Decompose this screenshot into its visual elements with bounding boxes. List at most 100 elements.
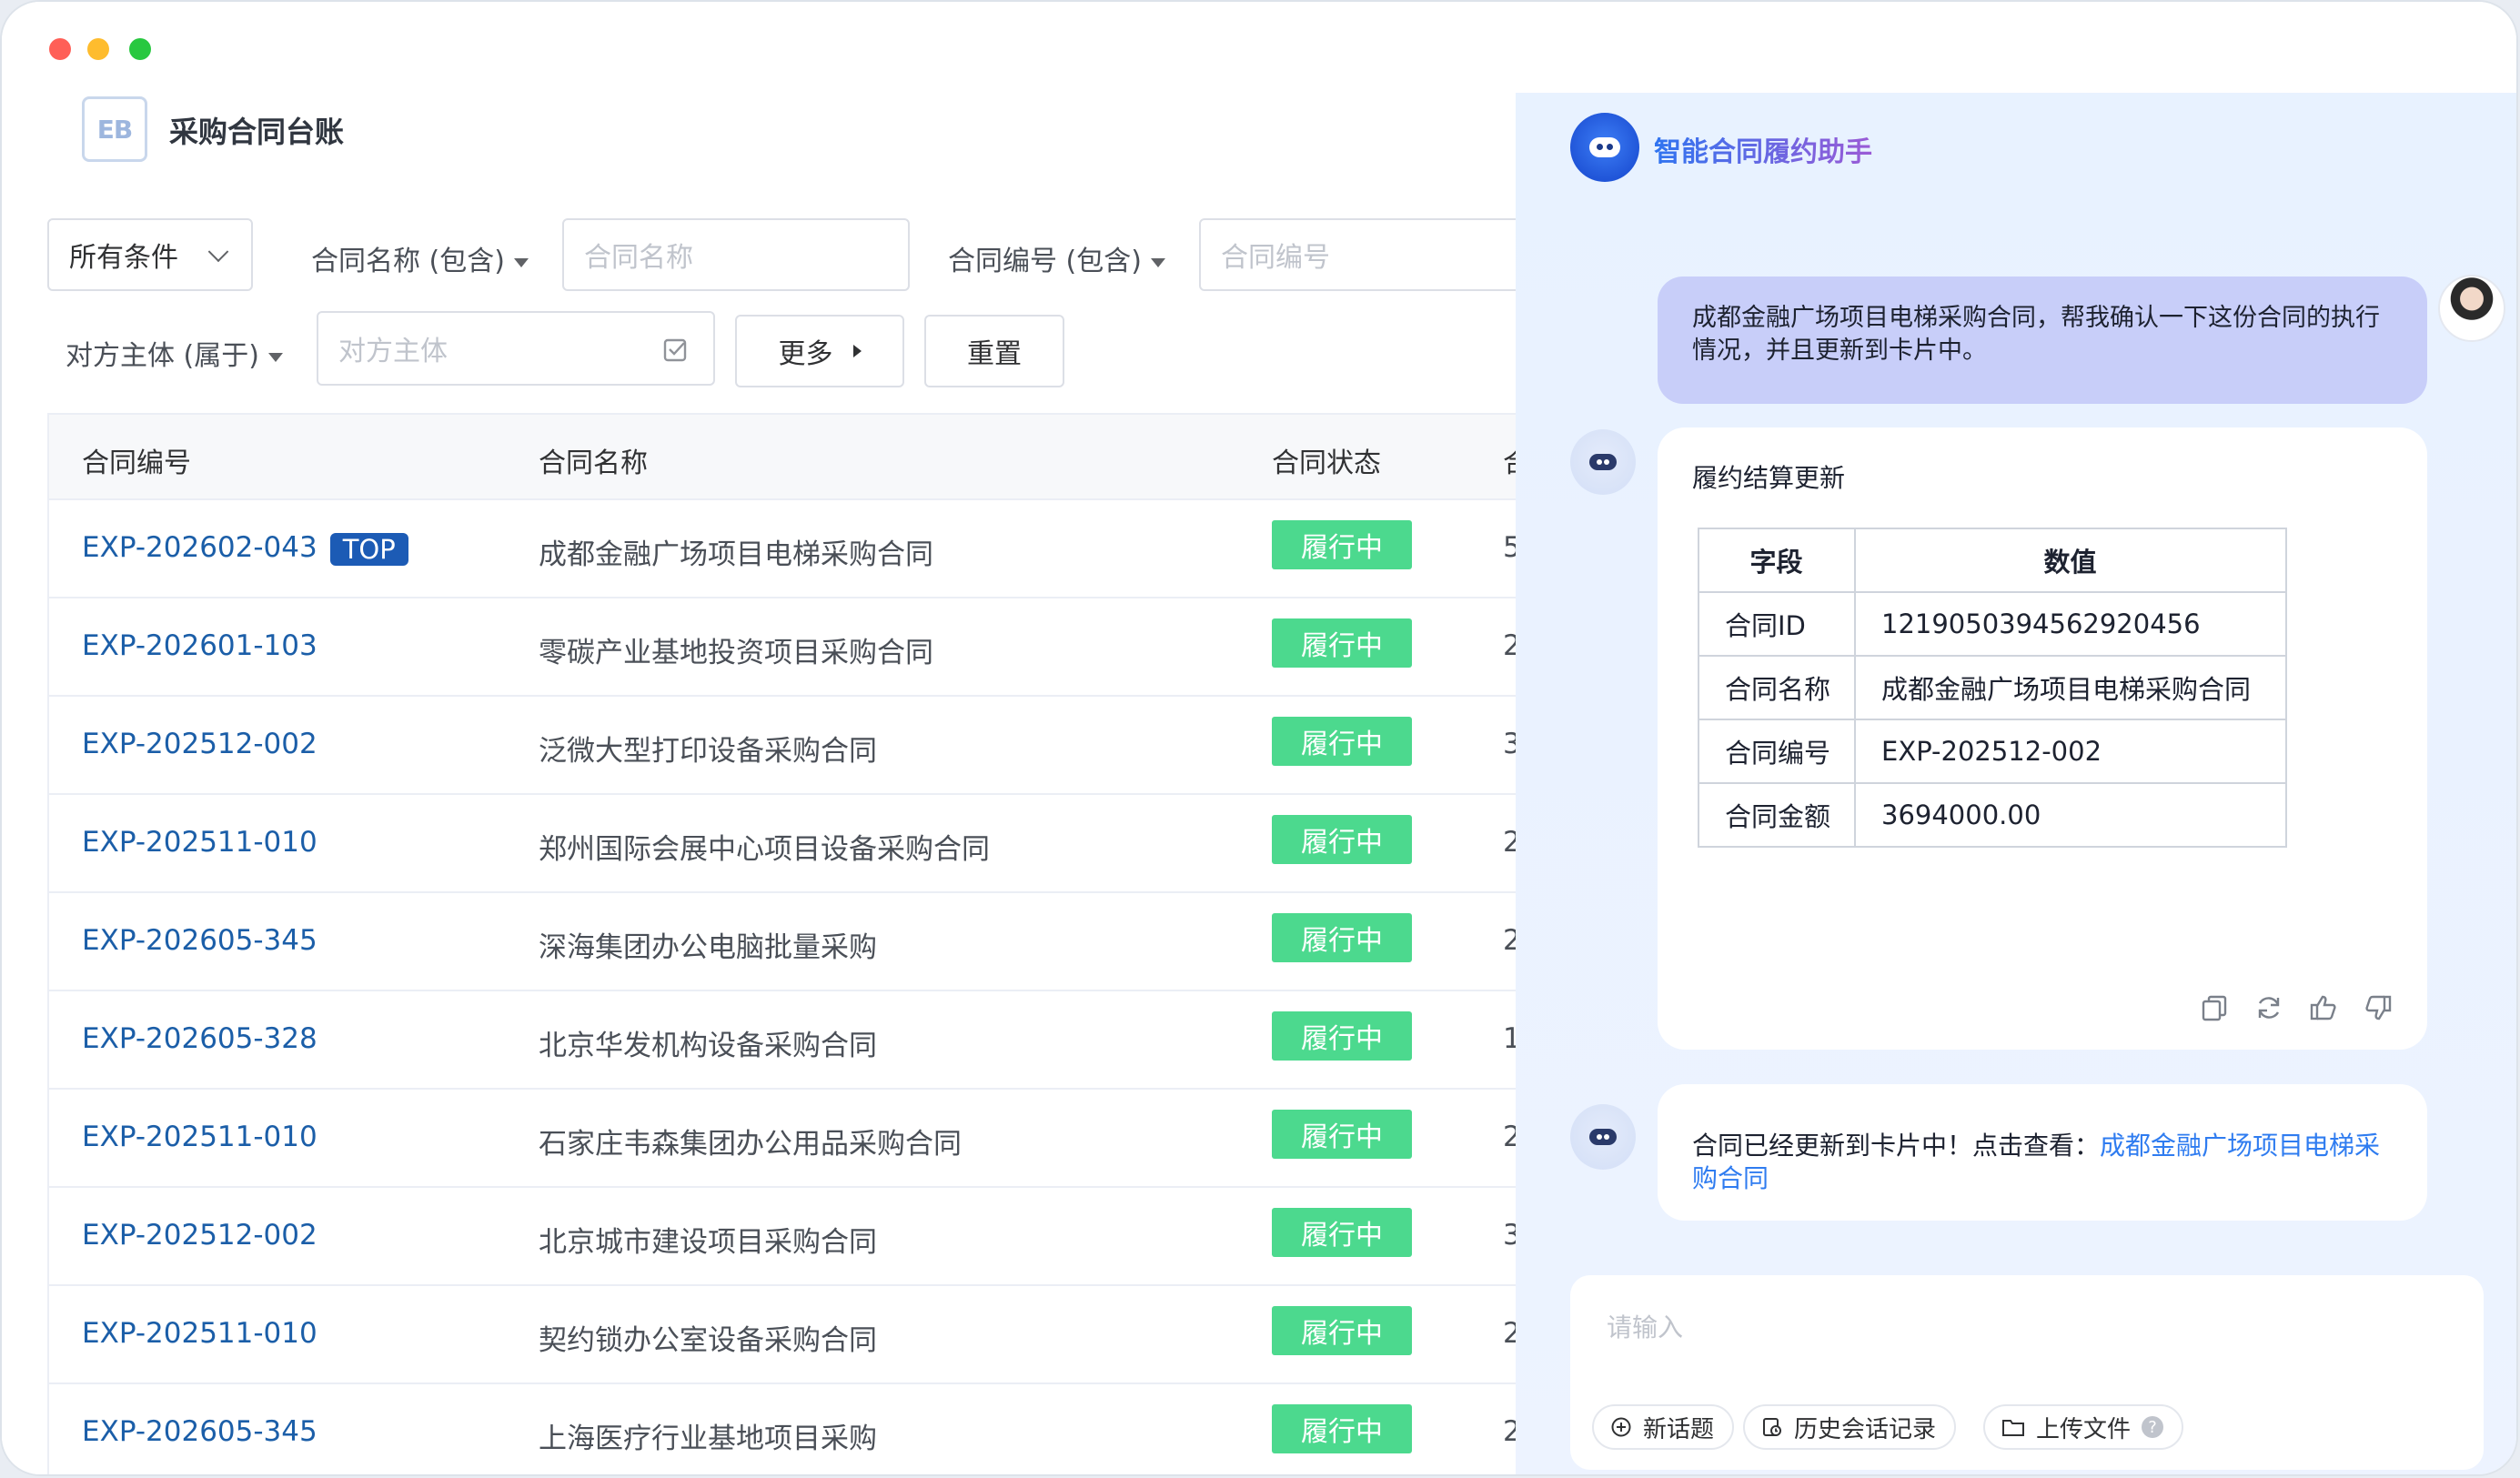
refresh-icon[interactable]: [2254, 993, 2283, 1022]
robot-face: [1589, 137, 1620, 157]
new-topic-button[interactable]: 新话题: [1592, 1404, 1735, 1450]
header-contract-code[interactable]: 合同编号: [82, 440, 191, 480]
contract-code-filter-label-text: 合同编号 (包含): [948, 246, 1142, 277]
upload-file-button[interactable]: 上传文件 ?: [1983, 1404, 2184, 1450]
chevron-down-icon: [207, 241, 229, 263]
close-window-button[interactable]: [49, 38, 71, 60]
chat-input-box[interactable]: 请输入 新话题 历史会话记录 上传文件 ?: [1570, 1275, 2484, 1470]
contract-name-cell: 零碳产业基地投资项目采购合同: [539, 637, 933, 669]
history-button[interactable]: 历史会话记录: [1743, 1404, 1957, 1450]
contract-code-link[interactable]: EXP-202602-043: [82, 531, 318, 564]
status-badge: 履行中: [1272, 520, 1412, 569]
table-row[interactable]: EXP-202511-010 郑州国际会展中心项目设备采购合同 履行中 2: [49, 795, 1521, 893]
field-cell: 合同名称: [1698, 655, 1856, 720]
contract-ledger-panel: EB 采购合同台账 所有条件 合同名称 (包含) 合同名称 合同编号 (包含) …: [2, 93, 1530, 1474]
table-row[interactable]: EXP-202512-002 泛微大型打印设备采购合同 履行中 3: [49, 697, 1521, 795]
contract-code-filter-label[interactable]: 合同编号 (包含): [948, 238, 1165, 278]
assistant-header: 智能合同履约助手: [1516, 93, 2516, 206]
contract-code-link[interactable]: EXP-202601-103: [82, 629, 318, 662]
contract-name-cell: 成都金融广场项目电梯采购合同: [539, 538, 933, 571]
contract-name-cell: 石家庄韦森集团办公用品采购合同: [539, 1128, 962, 1161]
robot-face: [1589, 454, 1617, 470]
contract-code-cell[interactable]: EXP-202602-043 TOP: [82, 531, 408, 566]
thumbs-down-icon[interactable]: [2364, 993, 2393, 1022]
contract-code-link[interactable]: EXP-202512-002: [82, 1219, 318, 1252]
avatar: [2438, 275, 2505, 342]
caret-down-icon: [1150, 257, 1165, 267]
more-button[interactable]: 更多: [735, 315, 904, 387]
app-logo: EB: [82, 96, 147, 162]
contract-code-link[interactable]: EXP-202511-010: [82, 826, 318, 859]
contract-table: 合同编号 合同名称 合同状态 合 EXP-202602-043 TOP 成都金融广…: [47, 413, 1530, 1474]
settlement-row: 合同编号 EXP-202512-002: [1698, 719, 2287, 784]
counterparty-filter-label[interactable]: 对方主体 (属于): [66, 333, 283, 373]
contract-code-link[interactable]: EXP-202512-002: [82, 728, 318, 760]
more-button-label: 更多: [778, 338, 833, 370]
message-actions: [2200, 993, 2393, 1022]
value-cell: 成都金融广场项目电梯采购合同: [1854, 655, 2287, 720]
app-window: EB 采购合同台账 所有条件 合同名称 (包含) 合同名称 合同编号 (包含) …: [0, 0, 2518, 1476]
contract-name-filter-label-text: 合同名称 (包含): [311, 246, 505, 277]
contract-name-filter-label[interactable]: 合同名称 (包含): [311, 238, 529, 278]
reset-button[interactable]: 重置: [924, 315, 1064, 387]
contract-name-cell: 泛微大型打印设备采购合同: [539, 735, 877, 768]
help-icon[interactable]: ?: [2142, 1416, 2164, 1438]
table-row[interactable]: EXP-202605-328 北京华发机构设备采购合同 履行中 1: [49, 991, 1521, 1090]
maximize-window-button[interactable]: [129, 38, 151, 60]
value-cell: 3694000.00: [1854, 782, 2287, 848]
contract-code-link[interactable]: EXP-202605-345: [82, 924, 318, 957]
settlement-row: 合同ID 1219050394562920456: [1698, 591, 2287, 657]
table-row[interactable]: EXP-202605-345 上海医疗行业基地项目采购 履行中 2: [49, 1384, 1521, 1474]
history-icon: [1763, 1418, 1781, 1436]
status-badge: 履行中: [1272, 1011, 1412, 1061]
value-cell: 1219050394562920456: [1854, 591, 2287, 657]
contract-code-link[interactable]: EXP-202511-010: [82, 1121, 318, 1153]
robot-face: [1589, 1129, 1617, 1145]
contract-name-input[interactable]: 合同名称: [562, 218, 910, 291]
value-cell: EXP-202512-002: [1854, 719, 2287, 784]
condition-select-value: 所有条件: [69, 242, 178, 274]
header-contract-name[interactable]: 合同名称: [539, 440, 648, 480]
robot-icon: [1570, 429, 1636, 495]
minimize-window-button[interactable]: [87, 38, 109, 60]
reset-button-label: 重置: [967, 338, 1022, 370]
contract-name-cell: 深海集团办公电脑批量采购: [539, 931, 877, 964]
settlement-table: 字段 数值 合同ID 1219050394562920456 合同名称 成都金融…: [1698, 528, 2287, 848]
plus-circle-icon: [1611, 1417, 1631, 1437]
contract-code-link[interactable]: EXP-202511-010: [82, 1317, 318, 1350]
thumbs-up-icon[interactable]: [2309, 993, 2338, 1022]
contract-name-cell: 契约锁办公室设备采购合同: [539, 1324, 877, 1357]
history-label: 历史会话记录: [1794, 1415, 1937, 1443]
table-row[interactable]: EXP-202511-010 契约锁办公室设备采购合同 履行中 2: [49, 1286, 1521, 1384]
table-row[interactable]: EXP-202601-103 零碳产业基地投资项目采购合同 履行中 2: [49, 598, 1521, 697]
table-row[interactable]: EXP-202512-002 北京城市建设项目采购合同 履行中 3: [49, 1188, 1521, 1286]
page-title: 采购合同台账: [169, 115, 345, 149]
new-topic-label: 新话题: [1643, 1415, 1715, 1443]
status-badge: 履行中: [1272, 815, 1412, 864]
select-list-icon[interactable]: [662, 337, 690, 364]
header-contract-status[interactable]: 合同状态: [1272, 440, 1381, 480]
chat-input-placeholder: 请输入: [1607, 1312, 1684, 1342]
status-badge: 履行中: [1272, 1306, 1412, 1355]
counterparty-input[interactable]: 对方主体: [317, 311, 715, 386]
contract-code-link[interactable]: EXP-202605-345: [82, 1415, 318, 1448]
table-row[interactable]: EXP-202602-043 TOP 成都金融广场项目电梯采购合同 履行中 5: [49, 500, 1521, 598]
caret-down-icon: [513, 257, 529, 267]
condition-select[interactable]: 所有条件: [47, 218, 253, 291]
counterparty-placeholder: 对方主体: [338, 336, 448, 367]
contract-name-cell: 郑州国际会展中心项目设备采购合同: [539, 833, 990, 866]
table-row[interactable]: EXP-202605-345 深海集团办公电脑批量采购 履行中 2: [49, 893, 1521, 991]
copy-icon[interactable]: [2200, 993, 2229, 1022]
reply-text: 合同已经更新到卡片中！点击查看：成都金融广场项目电梯采购合同: [1692, 1130, 2384, 1195]
field-header: 字段: [1698, 528, 1856, 593]
contract-code-link[interactable]: EXP-202605-328: [82, 1022, 318, 1055]
field-cell: 合同金额: [1698, 782, 1856, 848]
reply-prefix: 合同已经更新到卡片中！点击查看：: [1692, 1131, 2101, 1161]
table-row[interactable]: EXP-202511-010 石家庄韦森集团办公用品采购合同 履行中 2: [49, 1090, 1521, 1188]
settlement-card: 履约结算更新 字段 数值 合同ID 1219050394562920456 合同…: [1658, 427, 2427, 1050]
counterparty-filter-label-text: 对方主体 (属于): [66, 340, 259, 372]
contract-name-cell: 北京华发机构设备采购合同: [539, 1030, 877, 1062]
contract-code-input[interactable]: 合同编号: [1199, 218, 1527, 291]
robot-icon: [1570, 113, 1639, 182]
contract-name-placeholder: 合同名称: [584, 242, 693, 274]
